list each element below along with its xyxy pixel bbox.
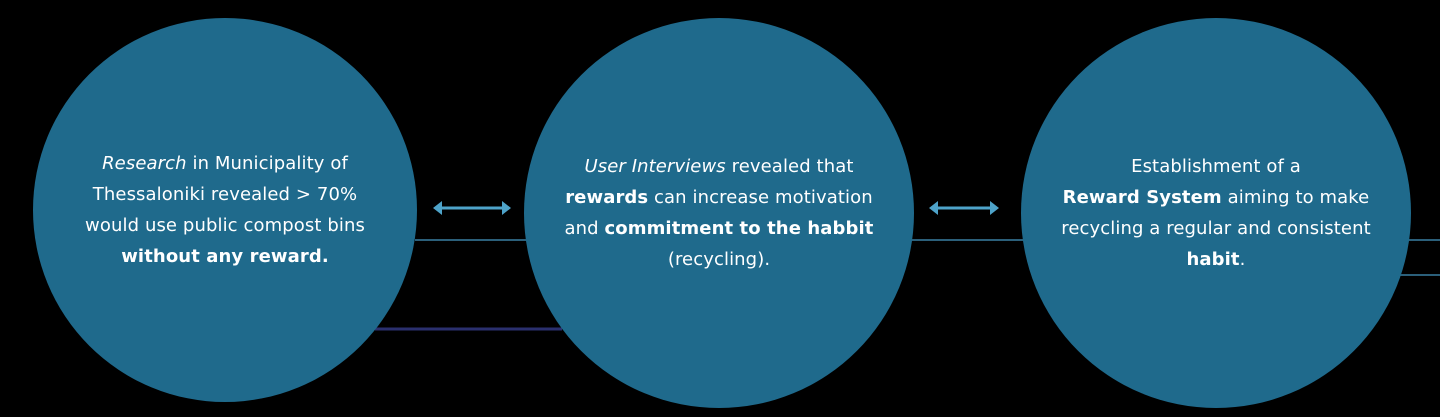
text-line: recycling a regular and consistent xyxy=(1061,213,1371,244)
text-line: and commitment to the habbit xyxy=(564,213,873,244)
text-line: Thessaloniki revealed > 70% xyxy=(85,179,365,210)
text-line: (recycling). xyxy=(564,244,873,275)
text-segment: can increase motivation xyxy=(648,187,873,208)
text-segment: . xyxy=(1239,249,1246,270)
text-segment: would use public compost bins xyxy=(85,215,365,236)
text-line: User Interviews revealed that xyxy=(564,151,873,182)
circle-2: User Interviews revealed that rewards can… xyxy=(524,18,914,408)
double-arrow-icon xyxy=(929,201,999,215)
text-segment: in Municipality of xyxy=(186,153,348,174)
text-line: Establishment of a xyxy=(1061,151,1371,182)
text-line: rewards can increase motivation xyxy=(564,182,873,213)
text-segment: without any reward. xyxy=(121,246,329,267)
text-segment: (recycling). xyxy=(667,249,771,270)
text-segment: habit xyxy=(1186,249,1240,270)
text-line: without any reward. xyxy=(85,241,365,272)
text-line: Research in Municipality of xyxy=(85,148,365,179)
text-segment: aiming to make xyxy=(1221,187,1370,208)
text-segment: rewards xyxy=(565,187,649,208)
process-diagram: Research in Municipality of Thessaloniki … xyxy=(0,0,1440,417)
circle-3: Establishment of a Reward System aiming t… xyxy=(1021,18,1411,408)
circle-1: Research in Municipality of Thessaloniki … xyxy=(33,18,417,402)
circle-2-text: User Interviews revealed that rewards can… xyxy=(564,151,873,275)
text-segment: Reward System xyxy=(1062,187,1222,208)
text-segment: Establishment of a xyxy=(1131,156,1301,177)
text-line: would use public compost bins xyxy=(85,210,365,241)
text-line: habit. xyxy=(1061,244,1371,275)
circle-1-text: Research in Municipality of Thessaloniki … xyxy=(85,148,365,272)
text-segment: Thessaloniki revealed > 70% xyxy=(92,184,358,205)
text-segment: revealed that xyxy=(725,156,854,177)
text-segment: User Interviews xyxy=(584,156,726,177)
text-segment: and xyxy=(564,218,605,239)
double-arrow-icon xyxy=(433,201,511,215)
text-segment: commitment to the habbit xyxy=(604,218,874,239)
text-segment: recycling a regular and consistent xyxy=(1061,218,1371,239)
circle-3-text: Establishment of a Reward System aiming t… xyxy=(1061,151,1371,275)
text-line: Reward System aiming to make xyxy=(1061,182,1371,213)
text-segment: Research xyxy=(102,153,187,174)
